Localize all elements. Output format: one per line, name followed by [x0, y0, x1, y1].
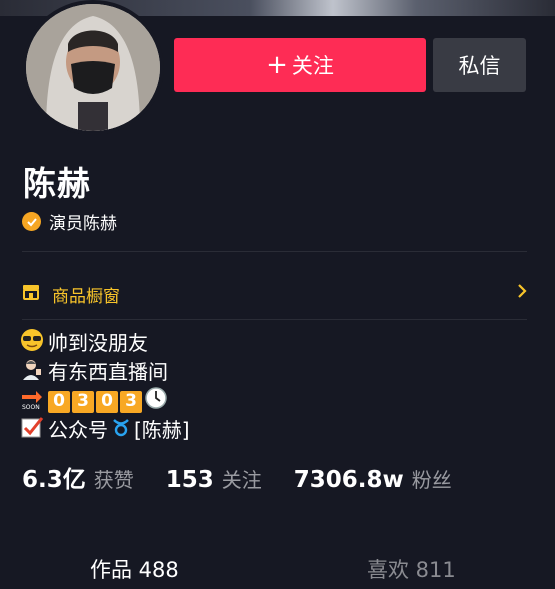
bio-line: SOON 0 3 0 3: [20, 386, 190, 418]
clock-emoji-icon: [144, 386, 168, 418]
bio: 帅到没朋友 有东西直播间 SOON 0 3 0 3 公众号 [陈赫]: [20, 328, 190, 445]
bio-text: 公众号: [48, 418, 108, 442]
bio-text: 帅到没朋友: [48, 331, 148, 355]
sunglasses-emoji-icon: [20, 328, 44, 360]
shop-icon: [22, 284, 40, 305]
person-emoji-icon: [20, 357, 44, 389]
message-button[interactable]: 私信: [433, 38, 526, 92]
checkbox-emoji-icon: [20, 415, 44, 447]
followers-count[interactable]: 7306.8w: [294, 467, 404, 493]
bio-line: 有东西直播间: [20, 358, 190, 387]
plus-icon: +: [266, 50, 288, 80]
svg-text:SOON: SOON: [22, 404, 40, 410]
following-count[interactable]: 153: [166, 467, 214, 493]
chevron-right-icon: [517, 283, 527, 304]
digit-keycap: 3: [120, 390, 142, 413]
profile-tabs: 作品 488 喜欢 811: [0, 546, 555, 589]
taurus-emoji-icon: [112, 416, 130, 445]
bio-text: 有东西直播间: [48, 360, 168, 384]
verification-text: 演员陈赫: [49, 214, 117, 234]
divider: [22, 319, 527, 320]
verification-row: 演员陈赫: [22, 209, 117, 234]
bio-line: 帅到没朋友: [20, 328, 190, 360]
tab-likes[interactable]: 喜欢 811: [367, 554, 456, 584]
soon-arrow-emoji-icon: SOON: [20, 386, 44, 418]
digit-keycap: 0: [96, 390, 118, 413]
divider: [22, 251, 527, 252]
digit-keycap: 0: [48, 390, 70, 413]
verified-badge-icon: [22, 212, 41, 231]
follow-label: 关注: [291, 54, 334, 78]
bio-text: [陈赫]: [134, 418, 190, 442]
follow-button[interactable]: + 关注: [174, 38, 426, 92]
tab-works[interactable]: 作品 488: [90, 554, 179, 584]
likes-count: 6.3亿: [22, 467, 86, 493]
message-label: 私信: [458, 54, 501, 78]
shop-label: 商品橱窗: [52, 286, 120, 307]
likes-label: 获赞: [93, 468, 134, 492]
stats-row: 6.3亿 获赞 153 关注 7306.8w 粉丝: [22, 460, 484, 494]
avatar-photo: [26, 4, 160, 131]
following-label[interactable]: 关注: [222, 464, 262, 493]
profile-name: 陈赫: [23, 164, 91, 203]
bio-line: 公众号 [陈赫]: [20, 416, 190, 445]
avatar[interactable]: [22, 0, 164, 135]
shop-window-link[interactable]: 商品橱窗: [22, 281, 527, 307]
followers-label[interactable]: 粉丝: [412, 464, 452, 493]
digit-keycap: 3: [72, 390, 94, 413]
